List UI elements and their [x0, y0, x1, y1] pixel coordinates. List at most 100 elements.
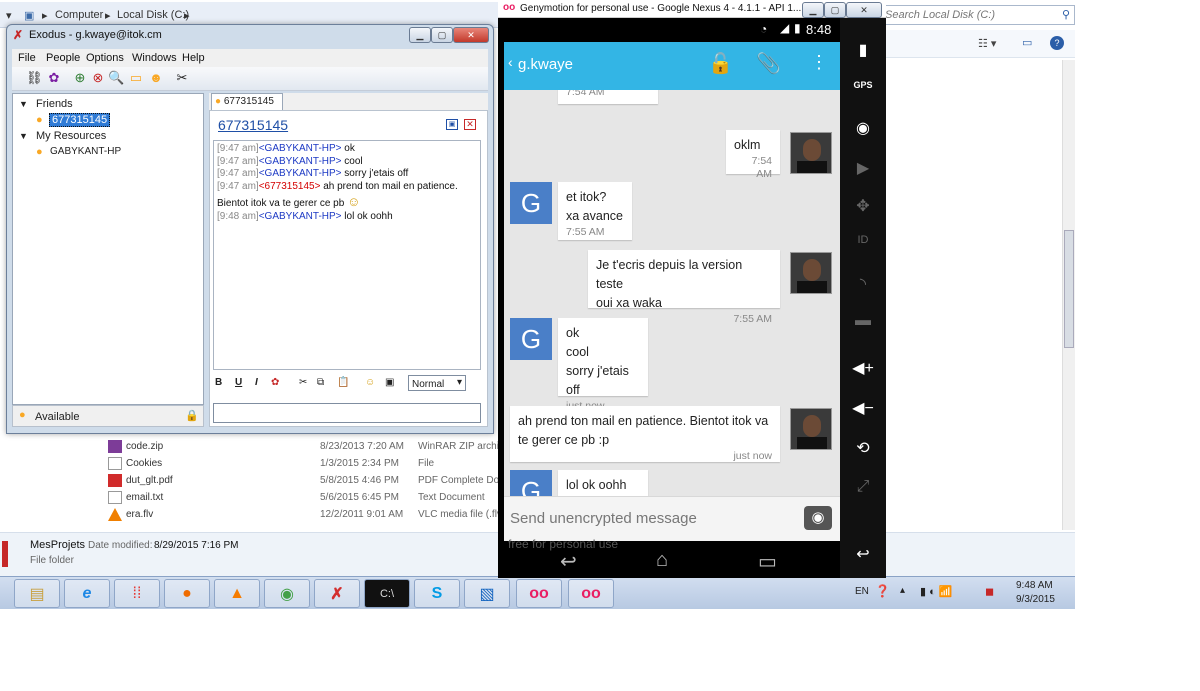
rotate-icon[interactable]: ⟲ — [840, 438, 886, 458]
taskbar-skype-icon[interactable]: S — [414, 579, 460, 608]
tray-time[interactable]: 9:48 AM — [1016, 580, 1053, 591]
taskbar-virtualbox-icon[interactable]: ▧ — [464, 579, 510, 608]
taskbar-exodus-icon[interactable]: ✗ — [314, 579, 360, 608]
minimize-button[interactable]: ▁ — [409, 27, 431, 43]
expand-resources-icon[interactable]: ▼ — [19, 131, 28, 141]
battery-widget-icon[interactable]: ▮ — [840, 40, 886, 60]
volume-down-icon[interactable]: ◀− — [840, 398, 886, 418]
maximize-button[interactable]: ▢ — [431, 27, 453, 43]
taskbar-cmd-icon[interactable]: C:\ — [364, 579, 410, 608]
roster-group-resources[interactable]: My Resources — [36, 130, 106, 142]
tray-date[interactable]: 9/3/2015 — [1016, 594, 1055, 605]
bold-button[interactable]: B — [215, 377, 222, 388]
tray-help-icon[interactable]: ❓ — [875, 584, 890, 598]
add-contact-icon[interactable]: ⊕ — [72, 70, 88, 86]
message-bubble[interactable]: 7:54 AM — [558, 90, 658, 104]
tray-network-icon[interactable]: ▮ ◐ 📶 — [920, 585, 953, 598]
menu-help[interactable]: Help — [182, 52, 205, 64]
file-row[interactable]: dut_glt.pdf 5/8/2015 4:46 PM PDF Complet… — [108, 473, 500, 490]
contact-title[interactable]: g.kwaye — [518, 56, 573, 73]
message-bubble[interactable]: lol ok oohhjust now — [558, 470, 648, 496]
breadcrumb-computer[interactable]: Computer — [55, 9, 103, 21]
scrollbar-thumb[interactable] — [1064, 230, 1074, 348]
emoticon-icon[interactable]: ☺ — [365, 377, 375, 388]
file-row[interactable]: era.flv 12/2/2011 9:01 AM VLC media file… — [108, 507, 502, 524]
taskbar-genymotion-icon[interactable]: oo — [516, 579, 562, 608]
profile-icon[interactable]: ▣ — [446, 119, 458, 130]
folder-icon[interactable]: ▭ — [128, 70, 144, 86]
tools-icon[interactable]: ✂ — [174, 70, 190, 86]
close-chat-icon[interactable]: ✕ — [464, 119, 476, 130]
minimize-button[interactable]: ▁ — [802, 2, 824, 18]
preview-pane-icon[interactable]: ▭ — [1022, 36, 1032, 49]
taskbar-vlc-icon[interactable]: ▲ — [214, 579, 260, 608]
copy-icon[interactable]: ⧉ — [317, 377, 324, 388]
message-input[interactable]: Send unencrypted message — [510, 510, 697, 527]
camera-icon[interactable]: ◉ — [804, 506, 832, 530]
underline-button[interactable]: U — [235, 377, 242, 388]
search-input[interactable]: Search Local Disk (C:) ⚲ — [880, 5, 1075, 25]
tray-antivirus-icon[interactable]: ◼ — [985, 585, 994, 598]
status-bar[interactable]: ● Available 🔒 — [12, 405, 204, 427]
capture-icon[interactable]: ▶ — [840, 158, 886, 178]
menu-people[interactable]: People — [46, 52, 80, 64]
volume-up-icon[interactable]: ◀+ — [840, 358, 886, 378]
breadcrumb-local-disk[interactable]: Local Disk (C:) — [117, 9, 189, 21]
back-up-icon[interactable]: ‹ — [508, 54, 513, 70]
gps-widget[interactable]: GPS — [840, 80, 886, 90]
taskbar-chrome-icon[interactable]: ◉ — [264, 579, 310, 608]
chat-contact-link[interactable]: 677315145 — [218, 117, 288, 133]
presence-icon[interactable]: ✿ — [46, 70, 62, 86]
paste-icon[interactable]: 📋 — [337, 377, 349, 388]
taskbar-explorer-icon[interactable]: ▤ — [14, 579, 60, 608]
menu-file[interactable]: File — [18, 52, 36, 64]
lock-icon[interactable]: 🔓 — [708, 51, 733, 76]
file-row[interactable]: Cookies 1/3/2015 2:34 PM File — [108, 456, 500, 473]
expand-friends-icon[interactable]: ▼ — [19, 99, 28, 109]
image-icon[interactable]: ▣ — [385, 377, 394, 388]
taskbar-genymotion-player-icon[interactable]: oo — [568, 579, 614, 608]
remote-control-icon[interactable]: ✥ — [840, 196, 886, 216]
tray-expand-icon[interactable]: ▴ — [900, 585, 905, 596]
search-icon[interactable]: 🔍 — [108, 70, 124, 86]
nav-home-icon[interactable]: ⌂ — [656, 549, 668, 572]
scale-icon[interactable]: ⤢ — [840, 478, 886, 496]
file-row[interactable]: code.zip 8/23/2013 7:20 AM WinRAR ZIP ar… — [108, 439, 500, 456]
overflow-menu-icon[interactable]: ⋮ — [810, 52, 828, 73]
taskbar-ie-icon[interactable]: e — [64, 579, 110, 608]
font-size-select[interactable]: Normal ▾ — [408, 375, 466, 391]
device-id-widget[interactable]: ID — [840, 234, 886, 246]
language-indicator[interactable]: EN — [855, 586, 869, 597]
back-icon[interactable]: ↩ — [840, 544, 886, 564]
nav-recents-icon[interactable]: ▭ — [758, 549, 777, 574]
nav-back-icon[interactable]: ↩ — [560, 549, 577, 574]
help-icon[interactable]: ? — [1050, 36, 1064, 50]
chat-rooms-icon[interactable]: ☻ — [148, 70, 164, 86]
maximize-button[interactable]: ▢ — [824, 2, 846, 18]
sms-icon[interactable]: ▬ — [840, 312, 886, 330]
color-button[interactable]: ✿ — [271, 377, 279, 388]
connect-icon[interactable]: ⛓ — [26, 70, 43, 86]
remove-contact-icon[interactable]: ⊗ — [90, 70, 106, 86]
chat-message-input[interactable] — [213, 403, 481, 423]
roster-resource[interactable]: GABYKANT-HP — [50, 146, 121, 157]
address-dropdown-icon[interactable]: ▾ — [6, 9, 12, 22]
cut-icon[interactable]: ✂ — [299, 377, 307, 388]
close-button[interactable]: ✕ — [453, 27, 489, 43]
message-bubble[interactable]: et itok? xa avance 7:55 AM — [558, 182, 632, 240]
roster-group-friends[interactable]: Friends — [36, 98, 73, 110]
message-bubble[interactable]: Je t'ecris depuis la version teste oui xa… — [588, 250, 780, 325]
rss-icon[interactable]: ◝ — [840, 274, 886, 294]
menu-windows[interactable]: Windows — [132, 52, 177, 64]
view-options-icon[interactable]: ☷ ▾ — [978, 37, 996, 50]
search-icon[interactable]: ⚲ — [1062, 8, 1070, 21]
message-bubble[interactable]: okcoolsorry j'etais offjust now — [558, 318, 648, 412]
attach-icon[interactable]: 📎 — [756, 51, 781, 76]
roster-contact-selected[interactable]: 677315145 — [49, 113, 111, 127]
message-bubble[interactable]: oklm 7:54 AM — [726, 130, 780, 180]
taskbar-apps-icon[interactable]: ⁞⁞ — [114, 579, 160, 608]
italic-button[interactable]: I — [255, 377, 258, 388]
explorer-scrollbar[interactable] — [1062, 60, 1075, 530]
chat-tab[interactable]: ● 677315145 — [211, 93, 283, 110]
taskbar-firefox-icon[interactable]: ● — [164, 579, 210, 608]
